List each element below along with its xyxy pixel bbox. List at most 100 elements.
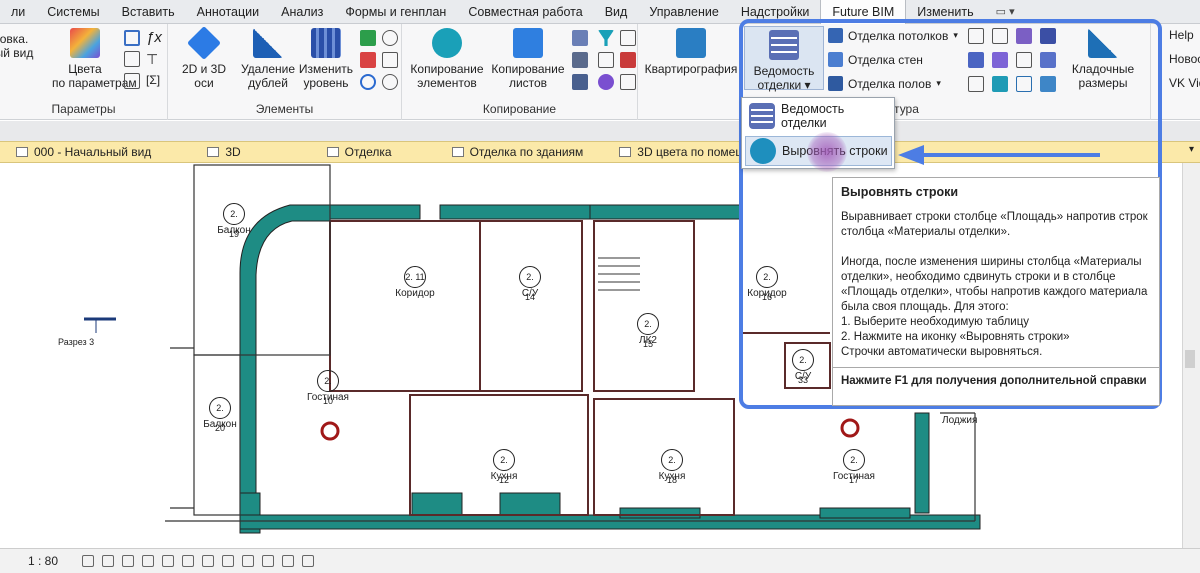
tooltip-divider (833, 367, 1159, 368)
copy-sheets-label: Копирование листов (491, 62, 565, 90)
apartment-button[interactable]: Квартирография (642, 28, 740, 76)
copy-elements-icon (432, 28, 462, 58)
view-icon (16, 147, 28, 157)
tool-icon-f[interactable] (620, 30, 636, 46)
tool-icon-c[interactable] (360, 52, 376, 68)
tool-icon-k[interactable] (598, 74, 614, 90)
room-name: Кухня (490, 471, 518, 482)
news-link[interactable]: Новос (1169, 52, 1200, 66)
fit-icon[interactable] (124, 30, 140, 46)
sigma-icon[interactable]: [Σ] (146, 73, 162, 89)
view-scale[interactable]: 1 : 80 (28, 554, 58, 568)
tab-partial[interactable]: ли (0, 0, 36, 24)
room-tag[interactable]: 2. 12 Кухня (482, 449, 526, 485)
tool-icon-e[interactable] (572, 30, 588, 46)
sheet-icon[interactable] (124, 73, 140, 89)
room-tag[interactable]: 2. 10 Гостиная (300, 370, 356, 406)
cube-axes-icon (187, 26, 221, 60)
room-tag[interactable]: 2. 18 Кухня (650, 449, 694, 485)
temporary-hide-icon[interactable] (222, 555, 235, 567)
constraints-icon[interactable] (302, 555, 315, 567)
tool-icon-g[interactable] (572, 52, 588, 68)
tag-icon[interactable]: ⊤ (146, 51, 162, 67)
tab-analyze[interactable]: Анализ (270, 0, 334, 24)
colors-by-params-button[interactable]: Цвета по параметрам (52, 28, 137, 90)
tooltip-step-2: 2. Нажмите на иконку «Выровнять строки» (841, 331, 1070, 343)
vk-video-link[interactable]: VK Vid (1169, 76, 1200, 90)
view-tab-3d[interactable]: 3D (207, 145, 241, 159)
reveal-hidden-icon[interactable] (242, 555, 255, 567)
crop-view-icon[interactable] (162, 555, 175, 567)
sun-path-icon[interactable] (122, 555, 135, 567)
scrollbar-thumb[interactable] (1185, 350, 1195, 368)
tab-annotate[interactable]: Аннотации (186, 0, 270, 24)
room-number: 2. 11 (404, 266, 426, 288)
view-tab-finish-buildings[interactable]: Отделка по зданиям (451, 145, 583, 159)
room-number: 2. 15 (637, 313, 659, 349)
tab-insert[interactable]: Вставить (111, 0, 186, 24)
view-icon (619, 147, 632, 157)
bars-icon (311, 28, 341, 58)
room-tag[interactable]: 2. 20 Балкон (198, 397, 242, 433)
view-icon (207, 147, 220, 157)
tool-icon-j[interactable] (572, 74, 588, 90)
detail-level-icon[interactable] (82, 555, 95, 567)
section-label[interactable]: Разрез 3 (58, 337, 94, 347)
room-name: Балкон (217, 225, 251, 236)
refresh-icon[interactable] (360, 74, 376, 90)
copy-elements-button[interactable]: Копирование элементов (406, 28, 488, 90)
align-rows-icon (750, 138, 776, 164)
view-tab-finish[interactable]: Отделка (326, 145, 392, 159)
dropdown-item-finish-schedule[interactable]: Ведомость отделки (745, 101, 892, 131)
axes-2d-3d-button[interactable]: 2D и 3D оси (172, 26, 236, 90)
room-tag[interactable]: 2. 19 Балкон (212, 203, 256, 239)
tab-systems[interactable]: Системы (36, 0, 110, 24)
cursor-highlight (807, 132, 847, 172)
tool-icon-l[interactable] (620, 74, 636, 90)
view-tab-start-label: 000 - Начальный вид (34, 145, 152, 159)
change-level-button[interactable]: Изменить уровень (298, 28, 354, 90)
partial-button[interactable]: овка. ый вид (0, 32, 34, 60)
panel-parameters: овка. ый вид Цвета по параметрам ƒx ⊤ [Σ… (0, 24, 168, 120)
analytical-model-icon[interactable] (262, 555, 275, 567)
copy-sheets-button[interactable]: Копирование листов (490, 28, 566, 90)
help-link[interactable]: Help (1169, 28, 1194, 42)
room-number: 2. 10 (317, 370, 339, 406)
tool-icon-d[interactable] (382, 52, 398, 68)
view-tabs-menu-arrow[interactable]: ▾ (1189, 144, 1194, 155)
room-tag[interactable]: 2. 15 ЛК2 (626, 313, 670, 349)
remove-duplicates-button[interactable]: Удаление дублей (240, 28, 296, 90)
highlight-displacement-icon[interactable] (282, 555, 295, 567)
tab-manage[interactable]: Управление (638, 0, 730, 24)
schedule-edit-icon (749, 103, 775, 129)
pointer-arrow (898, 145, 1100, 165)
room-tag[interactable]: 2. 11 Коридор (390, 266, 440, 299)
tooltip-footer: Нажмите F1 для получения дополнительной … (841, 375, 1147, 387)
tool-icon-a[interactable] (360, 30, 376, 46)
coin-icon[interactable] (382, 74, 398, 90)
view-tab-start[interactable]: 000 - Начальный вид (16, 145, 151, 159)
copy-sheets-icon (513, 28, 543, 58)
shadows-icon[interactable] (142, 555, 155, 567)
view-tab-3d-label: 3D (225, 145, 241, 159)
room-tag[interactable]: 2. 17 Гостиная (826, 449, 882, 485)
lock-3d-icon[interactable] (202, 555, 215, 567)
room-tag[interactable]: 2. 14 С/У (508, 266, 552, 302)
tool-icon-i[interactable] (620, 52, 636, 68)
visual-style-icon[interactable] (102, 555, 115, 567)
tab-massing[interactable]: Формы и генплан (334, 0, 457, 24)
apartment-label: Квартирография (644, 62, 738, 76)
tool-icon-h[interactable] (598, 52, 614, 68)
filter-icon[interactable] (598, 30, 614, 46)
formula-icon[interactable]: ƒx (146, 29, 162, 46)
tooltip-step-1: 1. Выберите необходимую таблицу (841, 316, 1030, 328)
panel-title-elements: Элементы (255, 102, 314, 116)
tab-view[interactable]: Вид (594, 0, 639, 24)
show-crop-icon[interactable] (182, 555, 195, 567)
tab-collaborate[interactable]: Совместная работа (457, 0, 593, 24)
panel-title-parameters: Параметры (51, 102, 116, 116)
room-name: Коридор (395, 288, 435, 299)
tool-icon-b[interactable] (382, 30, 398, 46)
change-level-label: Изменить уровень (298, 62, 354, 90)
grid-icon[interactable] (124, 51, 140, 67)
